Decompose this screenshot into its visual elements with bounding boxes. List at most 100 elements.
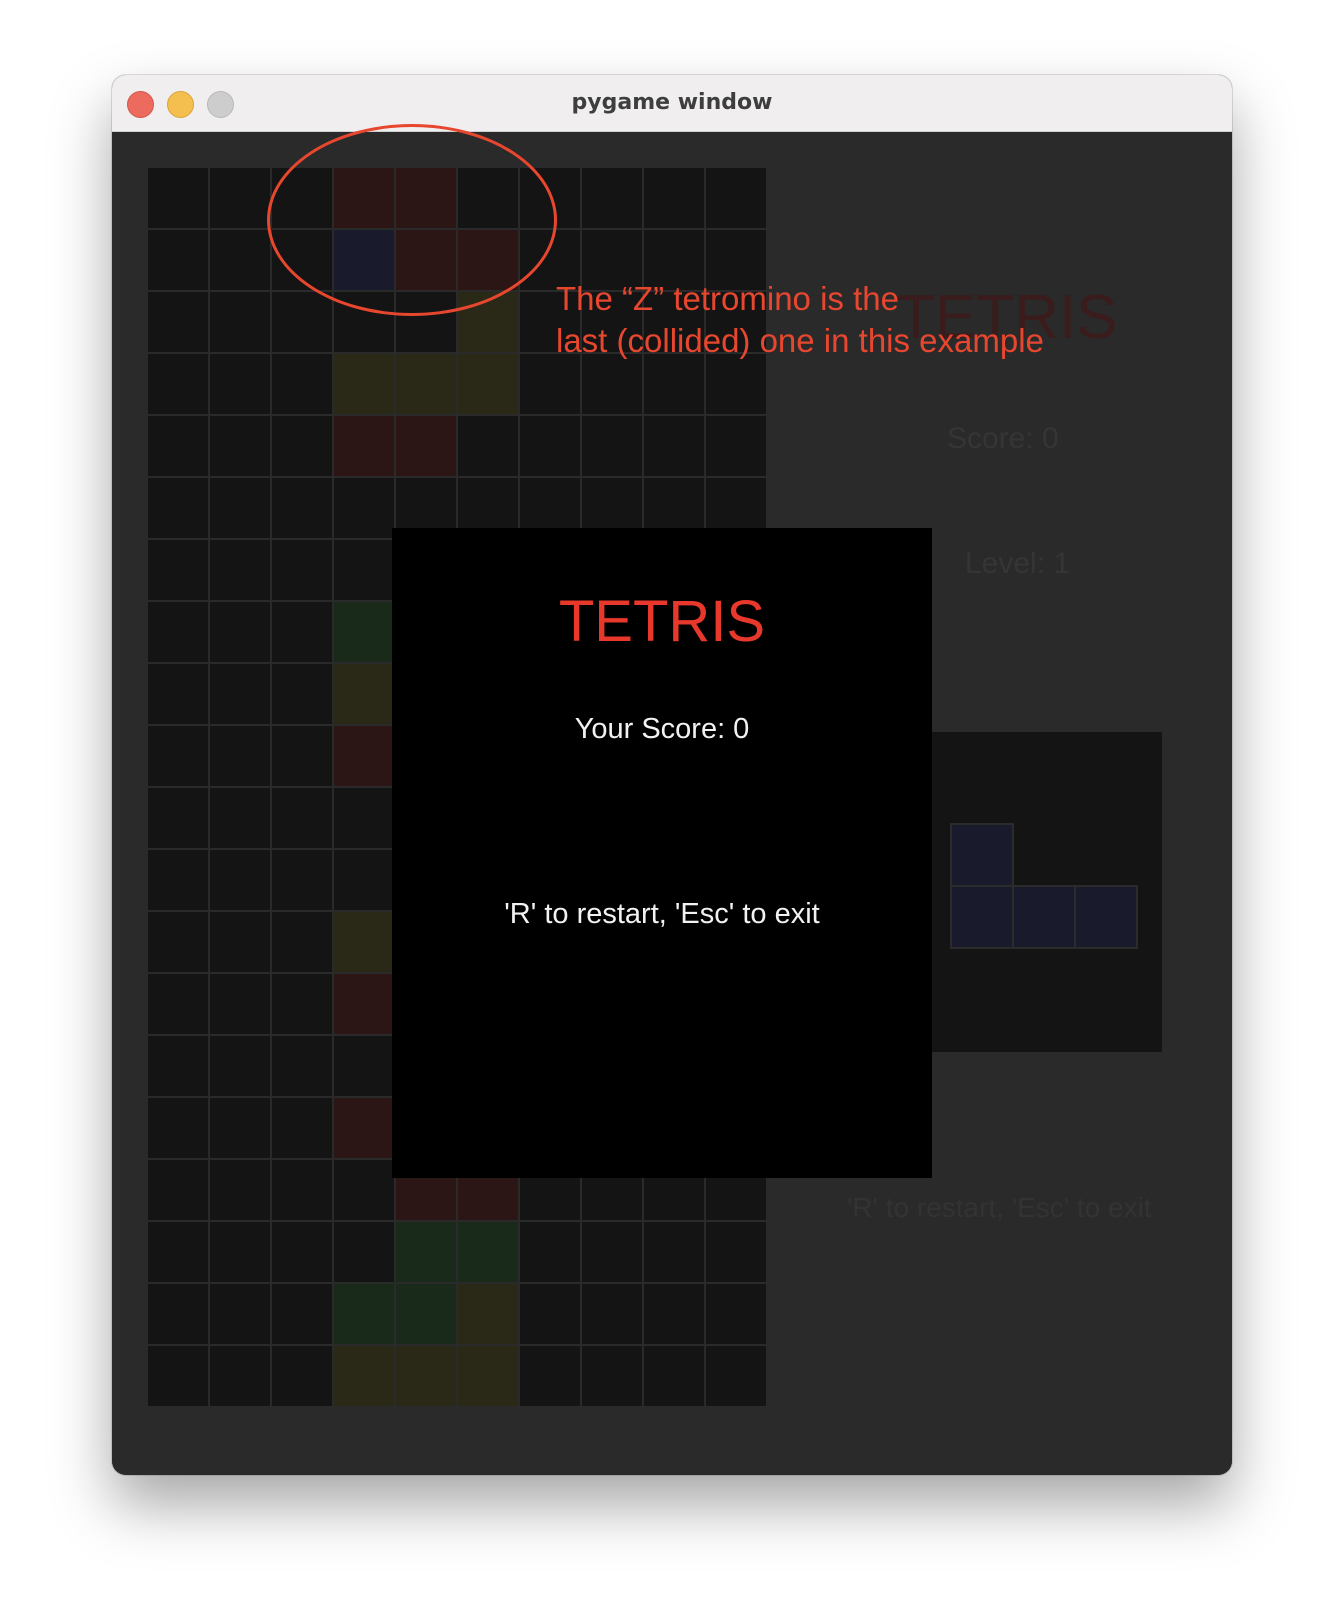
board-cell-empty [272,1098,332,1158]
board-cell-empty [272,602,332,662]
board-cell-empty [148,1160,208,1220]
board-cell-empty [210,850,270,910]
board-cell-empty [520,354,580,414]
board-cell-empty [272,974,332,1034]
board-cell-empty [148,1036,208,1096]
board-cell-empty [334,788,394,848]
board-cell-filled [458,1346,518,1406]
board-cell-empty [148,478,208,538]
board-cell-empty [272,664,332,724]
next-piece-block [950,823,1014,887]
board-cell-empty [272,540,332,600]
board-cell-empty [272,1036,332,1096]
board-cell-filled [334,416,394,476]
board-cell-empty [272,912,332,972]
board-cell-empty [148,230,208,290]
board-cell-empty [644,1222,704,1282]
board-cell-empty [334,478,394,538]
board-cell-empty [272,1160,332,1220]
board-cell-empty [272,726,332,786]
board-cell-empty [148,1346,208,1406]
side-panel-score: Score: 0 [947,422,1059,455]
board-cell-empty [148,726,208,786]
board-cell-empty [272,1284,332,1344]
board-cell-filled [458,1284,518,1344]
board-cell-empty [210,1222,270,1282]
board-cell-empty [334,1222,394,1282]
board-cell-empty [644,416,704,476]
board-cell-empty [148,850,208,910]
board-cell-empty [272,788,332,848]
board-cell-empty [582,168,642,228]
annotation-line-1: The “Z” tetromino is the [556,280,899,317]
window-title: pygame window [571,90,773,115]
board-cell-filled [334,912,394,972]
board-cell-filled [458,354,518,414]
title-bar[interactable]: pygame window [112,75,1232,132]
board-cell-empty [272,354,332,414]
board-cell-filled [334,974,394,1034]
board-cell-empty [148,292,208,352]
board-cell-empty [210,292,270,352]
board-cell-empty [210,540,270,600]
board-cell-empty [210,416,270,476]
board-cell-empty [272,850,332,910]
board-cell-empty [272,416,332,476]
board-cell-empty [706,1284,766,1344]
board-cell-empty [706,416,766,476]
board-cell-filled [396,1222,456,1282]
board-cell-empty [148,416,208,476]
board-cell-empty [644,354,704,414]
restart-exit-hint: 'R' to restart, 'Esc' to exit [504,898,820,930]
board-cell-empty [582,1222,642,1282]
board-cell-empty [582,1346,642,1406]
next-piece-block [950,885,1014,949]
board-cell-empty [520,1284,580,1344]
final-score-label: Your Score: [574,713,726,745]
board-cell-empty [520,416,580,476]
next-piece-block [1012,885,1076,949]
board-cell-empty [148,664,208,724]
board-cell-empty [210,478,270,538]
board-cell-empty [148,540,208,600]
board-cell-empty [272,292,332,352]
board-cell-empty [334,1160,394,1220]
board-cell-empty [210,602,270,662]
board-cell-empty [644,168,704,228]
board-cell-filled [334,602,394,662]
side-panel-restart-hint: 'R' to restart, 'Esc' to exit [847,1192,1152,1223]
board-cell-empty [706,168,766,228]
board-cell-empty [148,602,208,662]
board-cell-empty [210,168,270,228]
board-cell-empty [706,354,766,414]
board-cell-empty [210,230,270,290]
board-cell-empty [210,912,270,972]
board-cell-empty [210,1284,270,1344]
next-piece-block [1074,885,1138,949]
board-cell-empty [520,1346,580,1406]
board-cell-filled [396,1346,456,1406]
board-cell-empty [210,788,270,848]
board-cell-empty [210,354,270,414]
board-cell-empty [148,788,208,848]
board-cell-empty [210,664,270,724]
board-cell-empty [272,478,332,538]
board-cell-filled [396,354,456,414]
board-cell-filled [396,1284,456,1344]
board-cell-filled [334,354,394,414]
board-cell-empty [148,168,208,228]
board-cell-empty [148,1222,208,1282]
board-cell-empty [582,354,642,414]
final-score-value: 0 [733,713,750,745]
board-cell-filled [334,726,394,786]
game-over-title: TETRIS [558,589,766,654]
board-cell-empty [148,912,208,972]
annotation-line-2: last (collided) one in this example [556,322,1044,359]
board-cell-empty [582,1284,642,1344]
board-cell-empty [644,1346,704,1406]
board-cell-filled [396,416,456,476]
board-cell-empty [210,1346,270,1406]
game-over-dialog: TETRIS Your Score: 0 'R' to restart, 'Esc… [392,528,932,1178]
annotation-caption: The “Z” tetromino is the last (collided)… [556,278,1044,362]
board-cell-empty [148,974,208,1034]
